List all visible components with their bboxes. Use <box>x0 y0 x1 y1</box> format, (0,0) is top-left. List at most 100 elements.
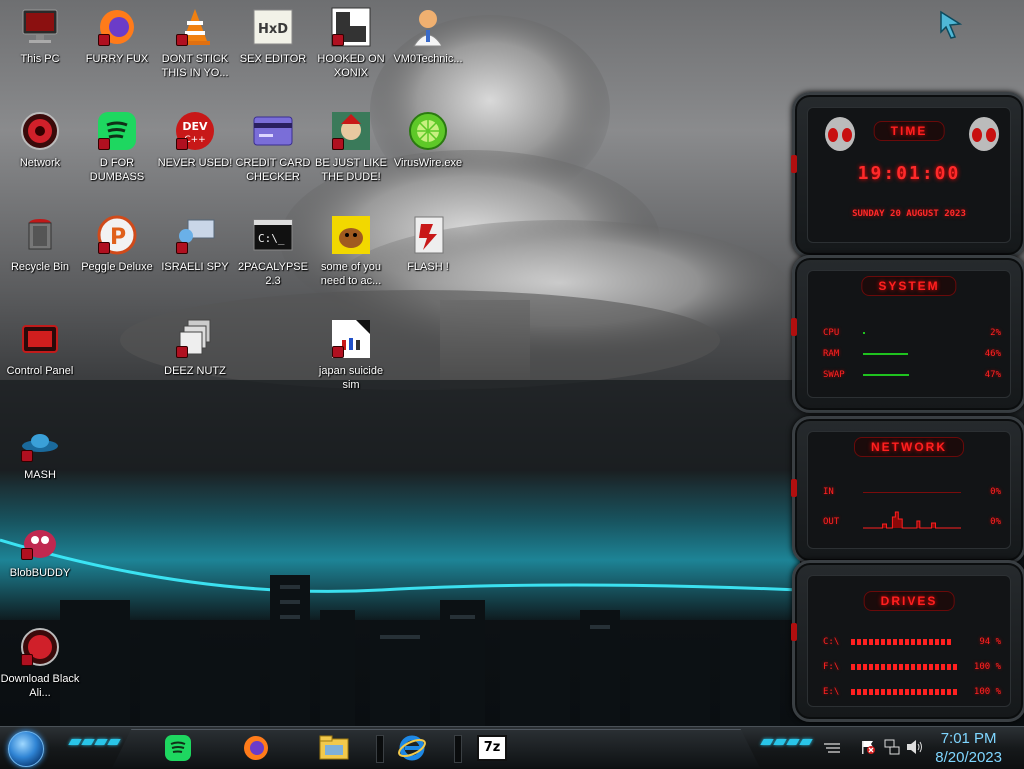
system-row-cpu: CPU 2% <box>823 322 1001 343</box>
drive-row-e: E:\ 100 % <box>823 679 1001 704</box>
shortcut-badge-icon <box>176 242 188 254</box>
gadget-side-tab <box>791 318 797 336</box>
tray-overflow-icon <box>824 743 840 753</box>
taskbar-app-firefox[interactable] <box>238 731 274 765</box>
flag-warning-icon <box>862 741 875 754</box>
svg-text:P: P <box>110 225 126 250</box>
drive-value: 94 % <box>979 636 1001 647</box>
show-hidden-icons-button[interactable] <box>822 741 842 755</box>
shortcut-badge-icon <box>332 346 344 358</box>
taskbar-app-7zip[interactable]: 7z <box>474 731 510 765</box>
cpu-meter <box>863 331 961 334</box>
icon-label: D FOR DUMBASS <box>89 157 145 183</box>
icon-label: This PC <box>20 53 60 65</box>
desktop-icon-israeli-spy[interactable]: ISRAELI SPY <box>155 214 235 274</box>
desktop-icon-hooked-on-xonix[interactable]: HOOKED ON XONIX <box>311 6 391 80</box>
stat-label: CPU <box>823 327 840 338</box>
time-clock: 19:01:00 <box>857 163 961 184</box>
xonix-icon <box>330 6 372 48</box>
network-gadget: NETWORK IN 0% OUT 0% <box>791 416 1024 564</box>
stat-label: OUT <box>823 517 840 527</box>
tray-network[interactable] <box>884 739 900 755</box>
desktop-icon-be-just-like-the-dude[interactable]: BE JUST LIKE THE DUDE! <box>311 110 391 184</box>
start-button[interactable] <box>8 731 44 767</box>
gadget-side-tab <box>791 623 797 641</box>
desktop-icon-recycle-bin[interactable]: Recycle Bin <box>0 214 80 274</box>
icon-label: some of you need to ac... <box>320 261 382 287</box>
shortcut-badge-icon <box>176 346 188 358</box>
desktop-icon-blobbuddy[interactable]: BlobBUDDY <box>0 520 80 580</box>
taskbar-app-internet-explorer[interactable] <box>394 731 430 765</box>
desktop-icon-deez-nutz[interactable]: DEEZ NUTZ <box>155 318 235 378</box>
shortcut-badge-icon <box>98 242 110 254</box>
desktop-icon-mash[interactable]: MASH <box>0 422 80 482</box>
santa-game-icon <box>330 110 372 152</box>
shortcut-badge-icon <box>98 138 110 150</box>
ram-meter <box>863 352 961 355</box>
vlc-icon <box>174 6 216 48</box>
stat-value: 2% <box>990 327 1001 338</box>
gadget-side-tab <box>791 155 797 173</box>
shortcut-badge-icon <box>21 450 33 462</box>
tray-volume[interactable] <box>906 739 924 755</box>
icon-label: ISRAELI SPY <box>161 261 229 273</box>
control-panel-icon <box>19 318 61 360</box>
icon-label: 2PACALYPSE 2.3 <box>238 261 308 287</box>
alien-globe-icon <box>19 626 61 668</box>
ufo-icon <box>19 422 61 464</box>
system-gadget: SYSTEM CPU 2% RAM 46% SWAP 47% <box>791 255 1024 413</box>
icon-label: Control Panel <box>6 365 74 377</box>
shortcut-badge-icon <box>21 548 33 560</box>
desktop-icon-viruswire[interactable]: VirusWire.exe <box>388 110 468 170</box>
desktop-icon-sex-editor[interactable]: HxD SEX EDITOR <box>233 6 313 66</box>
desktop-icon-2pacalypse[interactable]: C:\_ 2PACALYPSE 2.3 <box>233 214 313 288</box>
firefox-icon <box>96 6 138 48</box>
taskbar-app-file-explorer[interactable] <box>316 731 352 765</box>
hxd-glyph: HxD <box>258 22 288 37</box>
spy-network-icon <box>174 214 216 256</box>
desktop-icon-download-black-alien[interactable]: Download Black Ali... <box>0 626 80 700</box>
desktop-icon-never-used[interactable]: DEV C++ NEVER USED! <box>155 110 235 170</box>
limewire-icon <box>407 110 449 152</box>
time-date: SUNDAY 20 AUGUST 2023 <box>852 209 966 219</box>
hxd-icon: HxD <box>252 6 294 48</box>
desktop-icon-control-panel[interactable]: Control Panel <box>0 318 80 378</box>
stat-label: SWAP <box>823 369 845 380</box>
peggle-icon: P <box>96 214 138 256</box>
desktop-icon-this-pc[interactable]: This PC <box>0 6 80 66</box>
desktop-icon-peggle-deluxe[interactable]: P Peggle Deluxe <box>77 214 157 274</box>
network-icon <box>884 739 900 755</box>
desktop-icon-furry-fux[interactable]: FURRY FUX <box>77 6 157 66</box>
desktop-icon-credit-card-checker[interactable]: CREDIT CARD CHECKER <box>233 110 313 184</box>
taskbar-clock[interactable]: 7:01 PM 8/20/2023 <box>935 729 1002 767</box>
system-stats: CPU 2% RAM 46% SWAP 47% <box>823 322 1001 385</box>
desktop-icon-network[interactable]: Network <box>0 110 80 170</box>
stat-value: 0% <box>990 517 1001 527</box>
gadget-side-tab <box>791 479 797 497</box>
blob-icon <box>19 520 61 562</box>
firefox-icon <box>244 736 268 760</box>
desktop-icon-d-for-dumbass[interactable]: D FOR DUMBASS <box>77 110 157 184</box>
drive-label: E:\ <box>823 686 840 697</box>
drive-c-meter <box>851 638 957 645</box>
top-right-cursor-icon[interactable] <box>938 10 964 40</box>
desktop-icon-vm0technic[interactable]: VM0Technic... <box>388 6 468 66</box>
taskbar-dock <box>112 729 760 768</box>
icon-label: Recycle Bin <box>10 261 70 273</box>
alien-globe-icon <box>19 110 61 152</box>
stat-label: RAM <box>823 348 840 359</box>
swap-meter <box>863 373 961 376</box>
speaker-icon <box>907 740 922 754</box>
desktop-icon-japan-suicide-sim[interactable]: japan suicide sim <box>311 318 391 392</box>
system-row-swap: SWAP 47% <box>823 364 1001 385</box>
desktop-icon-dont-stick-this[interactable]: DONT STICK THIS IN YO... <box>155 6 235 80</box>
7zip-icon: 7z <box>477 735 507 761</box>
stat-label: IN <box>823 487 834 497</box>
taskbar-app-spotify[interactable] <box>160 731 196 765</box>
desktop-icon-flash[interactable]: FLASH ! <box>388 214 468 274</box>
desktop-icon-some-of-you[interactable]: some of you need to ac... <box>311 214 391 288</box>
tray-action-center-flag[interactable] <box>860 739 876 755</box>
flash-file-icon <box>407 214 449 256</box>
drive-f-meter <box>851 663 957 670</box>
cmd-glyph: C:\_ <box>258 232 285 245</box>
